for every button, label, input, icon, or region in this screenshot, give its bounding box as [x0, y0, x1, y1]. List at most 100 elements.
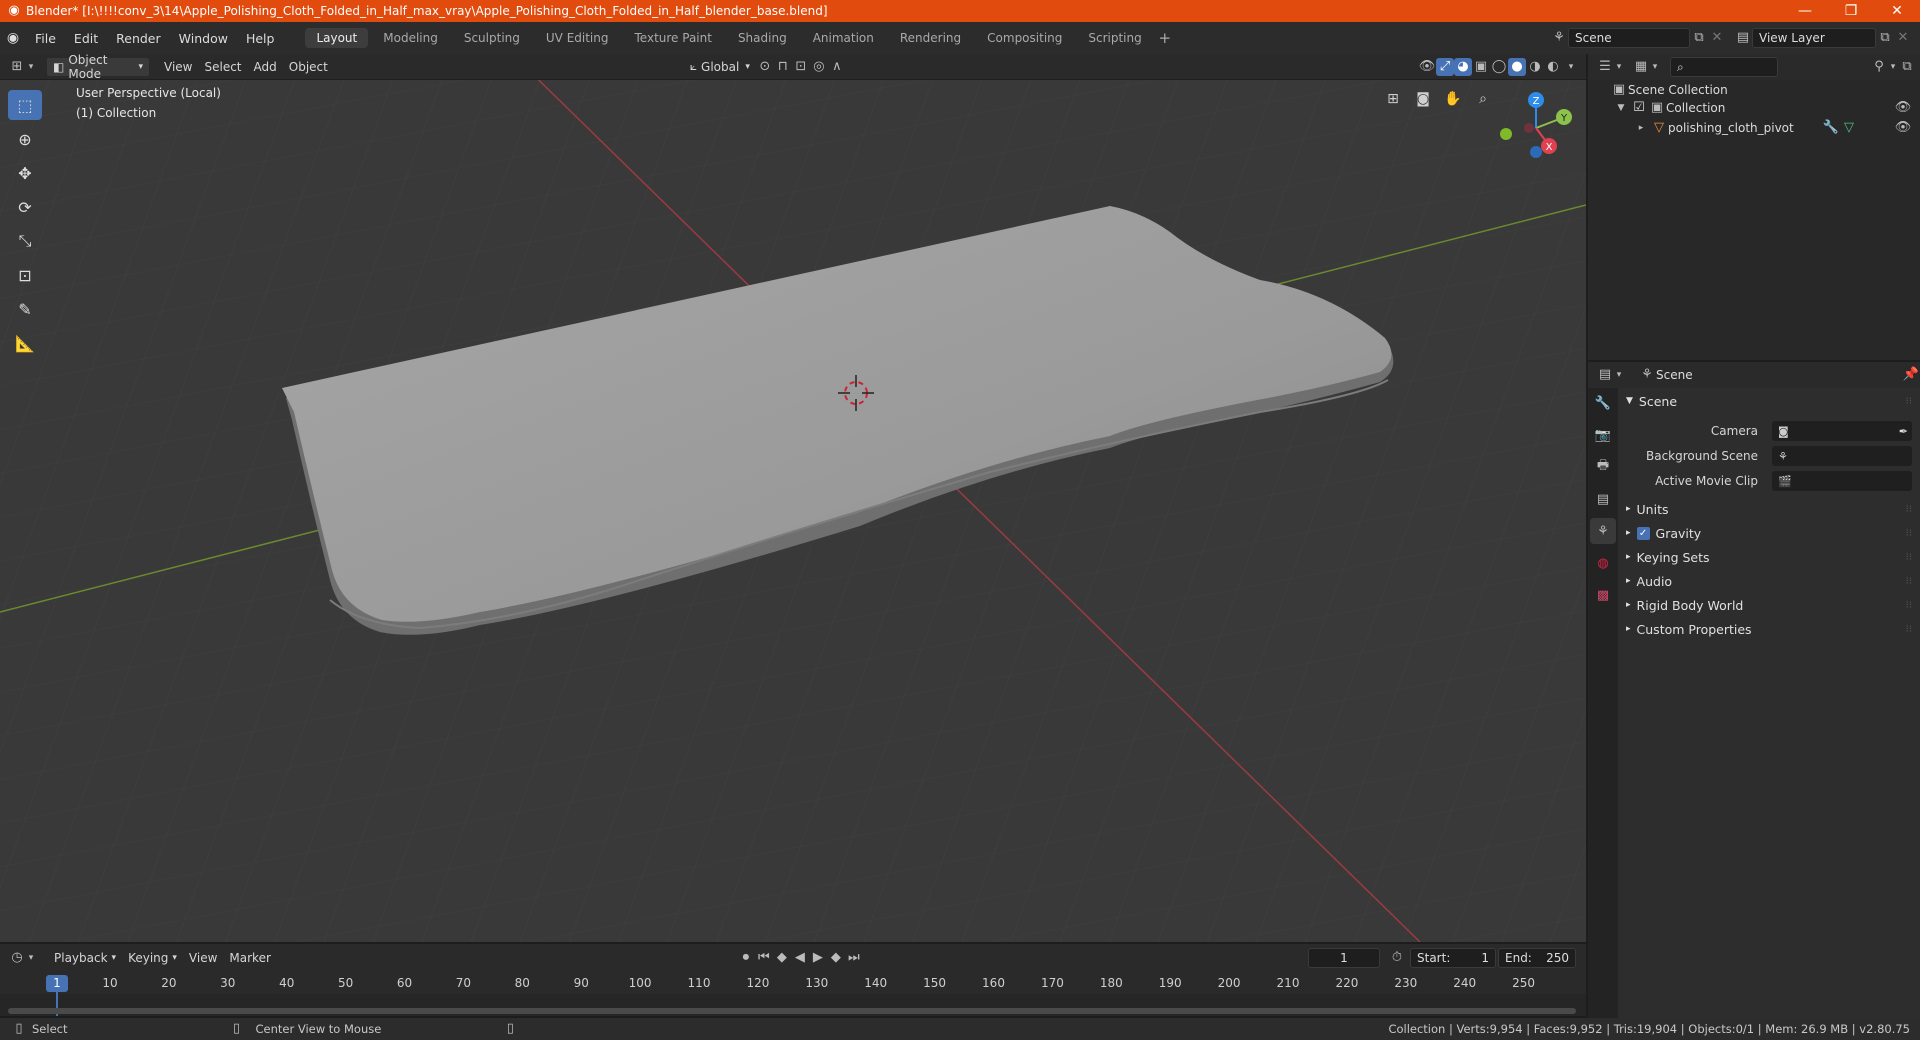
keying-sets-panel-header[interactable]: ▸ Keying Sets ⁝⁝	[1622, 546, 1918, 568]
visibility-eye-icon[interactable]: 👁	[1894, 119, 1912, 137]
timeline-menu-view[interactable]: View	[183, 948, 223, 968]
orientation-gizmo[interactable]: Z Y X	[1496, 88, 1576, 168]
camera-field[interactable]: ◙ ✒	[1772, 421, 1912, 441]
workspace-tab-shading[interactable]: Shading	[727, 28, 798, 48]
scene-panel-header[interactable]: ▼ Scene ⁝⁝	[1622, 390, 1918, 412]
world-tab-icon[interactable]: ◍	[1590, 550, 1616, 576]
outliner-row-scene-collection[interactable]: ▣ Scene Collection	[1588, 80, 1920, 100]
mode-dropdown[interactable]: ◧ Object Mode ▾	[46, 53, 150, 81]
snap-target-icon[interactable]: ⊡	[792, 58, 810, 76]
rotate-tool-icon[interactable]: ⟳	[8, 192, 42, 222]
zoom-view-icon[interactable]: ⌕	[1470, 86, 1496, 112]
3d-viewport[interactable]: User Perspective (Local) (1) Collection …	[0, 80, 1586, 942]
workspace-tab-scripting[interactable]: Scripting	[1077, 28, 1152, 48]
gravity-panel-header[interactable]: ▸ ✓ Gravity ⁝⁝	[1622, 522, 1918, 544]
chevron-down-icon[interactable]: ▾	[1614, 58, 1624, 76]
texture-tab-icon[interactable]: ▩	[1590, 582, 1616, 608]
scene-icon[interactable]: ⚘	[1550, 29, 1568, 47]
view-layer-icon[interactable]: ▤	[1734, 29, 1752, 47]
collection-checkbox-icon[interactable]: ☑	[1630, 99, 1648, 117]
blender-menu-icon[interactable]: ◉	[0, 28, 26, 48]
gizmo-toggle-icon[interactable]: ⤢	[1436, 57, 1454, 76]
render-tab-icon[interactable]: 📷	[1590, 422, 1616, 448]
menu-window[interactable]: Window	[170, 31, 237, 46]
shading-options-icon[interactable]: ▾	[1562, 58, 1580, 76]
viewport-menu-view[interactable]: View	[158, 57, 198, 77]
xray-toggle-icon[interactable]: ▣	[1472, 58, 1490, 76]
camera-view-icon[interactable]: ◙	[1410, 86, 1436, 112]
play-icon[interactable]: ▶	[809, 949, 827, 967]
pivot-point-icon[interactable]: ⊙	[756, 58, 774, 76]
workspace-tab-compositing[interactable]: Compositing	[976, 28, 1073, 48]
view-layer-selector[interactable]: View Layer	[1752, 28, 1876, 48]
annotate-tool-icon[interactable]: ✎	[8, 294, 42, 324]
workspace-tab-rendering[interactable]: Rendering	[889, 28, 972, 48]
jump-to-end-icon[interactable]: ⏭	[845, 949, 863, 967]
chevron-down-icon[interactable]: ▾	[1614, 366, 1624, 384]
drag-handle-icon[interactable]: ⁝⁝	[1906, 600, 1912, 611]
drag-handle-icon[interactable]: ⁝⁝	[1906, 396, 1912, 407]
audio-panel-header[interactable]: ▸ Audio ⁝⁝	[1622, 570, 1918, 592]
frame-ruler[interactable]: 10 20 30 40 50 60 70 80 90 100 110 120 130 140 150 160 1…	[0, 972, 1586, 994]
chevron-down-icon[interactable]: ▾	[1888, 58, 1898, 76]
jump-to-keyframe-back-icon[interactable]: ◆	[773, 949, 791, 967]
modifier-wrench-icon[interactable]: 🔧	[1822, 119, 1840, 137]
viewport-menu-object[interactable]: Object	[283, 57, 334, 77]
expand-arrow-icon[interactable]: ▼	[1612, 99, 1630, 117]
current-frame-field[interactable]: 1	[1308, 948, 1380, 968]
chevron-down-icon[interactable]: ▾	[26, 949, 36, 967]
workspace-tab-modeling[interactable]: Modeling	[372, 28, 449, 48]
units-panel-header[interactable]: ▸ Units ⁝⁝	[1622, 498, 1918, 520]
menu-edit[interactable]: Edit	[65, 31, 107, 46]
workspace-tab-layout[interactable]: Layout	[305, 28, 369, 48]
move-tool-icon[interactable]: ✥	[8, 158, 42, 188]
overlay-toggle-icon[interactable]: ◕	[1454, 57, 1472, 76]
menu-render[interactable]: Render	[107, 31, 170, 46]
visibility-eye-icon[interactable]: 👁	[1894, 99, 1912, 117]
scale-tool-icon[interactable]: ⤡	[8, 226, 42, 256]
shading-solid-icon[interactable]: ●	[1508, 57, 1526, 76]
outliner-search-input[interactable]: ⌕	[1670, 57, 1778, 77]
expand-arrow-icon[interactable]: ▸	[1632, 119, 1650, 137]
toggle-grid-view-icon[interactable]: ⊞	[1380, 86, 1406, 112]
drag-handle-icon[interactable]: ⁝⁝	[1906, 552, 1912, 563]
shading-material-icon[interactable]: ◑	[1526, 58, 1544, 76]
timeline-menu-playback[interactable]: Playback ▾	[48, 948, 122, 968]
scene-tab-icon[interactable]: ⚘	[1590, 518, 1616, 544]
visibility-selectability-icon[interactable]: 👁	[1418, 58, 1436, 76]
transform-tool-icon[interactable]: ⊡	[8, 260, 42, 290]
shading-wireframe-icon[interactable]: ◯	[1490, 58, 1508, 76]
outliner-row-object[interactable]: ▸ ▽ polishing_cloth_pivot 🔧 ▽ 👁	[1588, 118, 1920, 138]
preview-range-stopwatch-icon[interactable]: ⏱	[1388, 949, 1406, 967]
menu-file[interactable]: File	[26, 31, 65, 46]
play-reverse-icon[interactable]: ◀	[791, 949, 809, 967]
drag-handle-icon[interactable]: ⁝⁝	[1906, 504, 1912, 515]
record-button-icon[interactable]: ⏺	[737, 949, 755, 967]
timeline-menu-marker[interactable]: Marker	[223, 948, 276, 968]
pan-view-hand-icon[interactable]: ✋	[1440, 86, 1466, 112]
properties-editor-type-icon[interactable]: ▤	[1596, 366, 1614, 384]
timeline-menu-keying[interactable]: Keying ▾	[122, 948, 183, 968]
shading-rendered-icon[interactable]: ◐	[1544, 58, 1562, 76]
snap-icon[interactable]: ⊓	[774, 58, 792, 76]
chevron-down-icon[interactable]: ▾	[1650, 58, 1660, 76]
filter-icon[interactable]: ⚲	[1870, 58, 1888, 76]
falloff-icon[interactable]: ∧	[828, 58, 846, 76]
display-mode-icon[interactable]: ▦	[1632, 58, 1650, 76]
chevron-down-icon[interactable]: ▾	[26, 58, 36, 76]
viewport-menu-select[interactable]: Select	[198, 57, 247, 77]
end-frame-field[interactable]: End: 250	[1498, 948, 1576, 968]
timeline-scrollbar[interactable]	[8, 1008, 1576, 1014]
delete-scene-icon[interactable]: ✕	[1708, 29, 1726, 47]
delete-view-layer-icon[interactable]: ✕	[1894, 29, 1912, 47]
current-frame-indicator[interactable]: 1	[46, 975, 68, 992]
tool-settings-tab-icon[interactable]: 🔧	[1590, 390, 1616, 416]
drag-handle-icon[interactable]: ⁝⁝	[1906, 576, 1912, 587]
minimize-button[interactable]: —	[1782, 0, 1828, 22]
drag-handle-icon[interactable]: ⁝⁝	[1906, 624, 1912, 635]
editor-type-icon[interactable]: ⊞	[8, 58, 26, 76]
maximize-button[interactable]: ❐	[1828, 0, 1874, 22]
background-scene-field[interactable]: ⚘	[1772, 446, 1912, 466]
outliner-editor-type-icon[interactable]: ☰	[1596, 58, 1614, 76]
new-view-layer-icon[interactable]: ⧉	[1876, 29, 1894, 47]
